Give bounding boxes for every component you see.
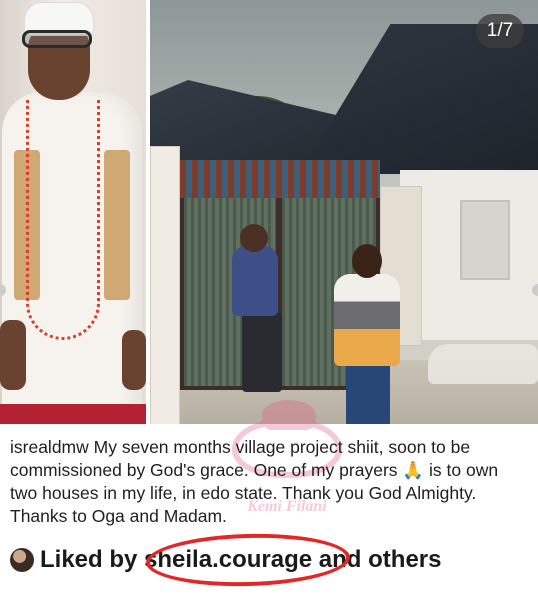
liker-avatar[interactable] (10, 548, 34, 572)
liked-by-row[interactable]: Liked by sheila.courage and others (10, 540, 530, 580)
red-wrapper (0, 404, 146, 424)
liked-by-others[interactable]: others (368, 546, 441, 574)
gate-trim (180, 160, 380, 198)
liked-by-middle: and (312, 546, 369, 573)
liked-by-username[interactable]: sheila.courage (144, 546, 312, 574)
gate-pillar (150, 146, 180, 424)
hand (122, 330, 146, 390)
man-jeans (346, 364, 390, 424)
window (460, 200, 510, 280)
post-caption: isrealdmw My seven months village projec… (10, 436, 530, 528)
hand (0, 320, 26, 390)
carousel-next-edge[interactable] (532, 284, 538, 296)
worker-shirt (232, 246, 278, 316)
man-striped-shirt (334, 274, 400, 366)
carousel-counter: 1/7 (476, 14, 524, 48)
caption-username[interactable]: isrealdmw (10, 437, 89, 457)
cement-bags (428, 344, 538, 384)
worker-legs (242, 312, 282, 392)
post-photo-man-in-white-attire[interactable] (0, 0, 146, 424)
glasses (22, 30, 92, 48)
coral-beads (26, 100, 100, 340)
robe-stripe (104, 150, 130, 300)
man-head (352, 244, 382, 278)
worker-head (240, 224, 268, 252)
instagram-post-screenshot: 1/7 Kemi Filani isrealdmw My seven month… (0, 0, 538, 596)
post-photo-house-gate[interactable] (150, 0, 538, 424)
watermark-mask (262, 400, 316, 430)
liked-by-prefix: Liked by (40, 546, 145, 573)
